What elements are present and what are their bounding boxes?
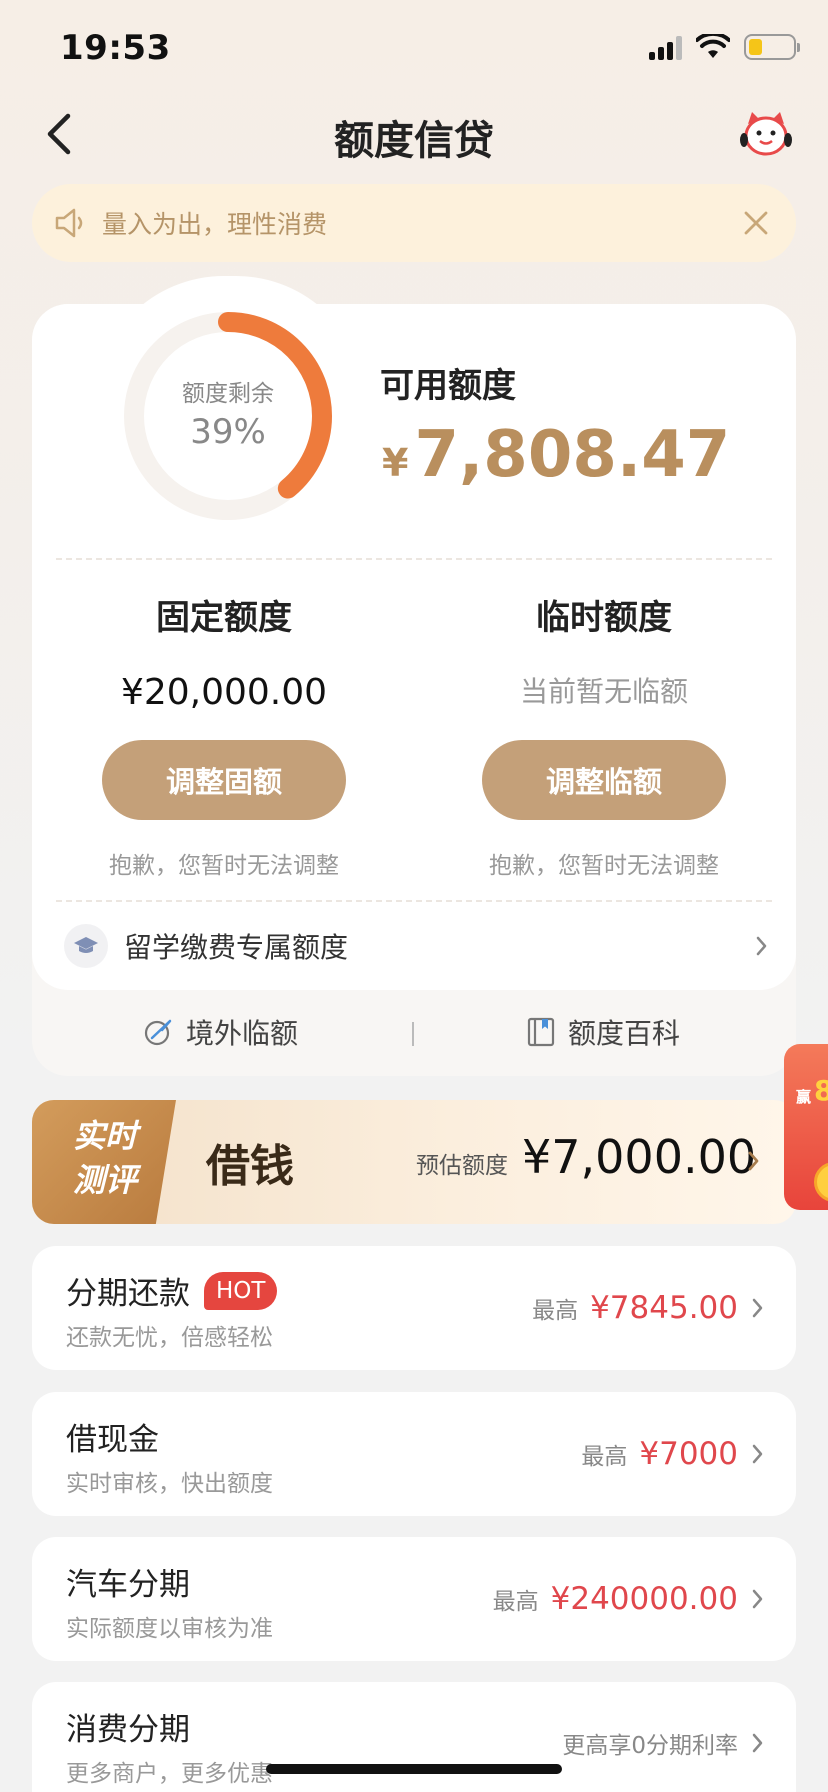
limit-wiki-link[interactable]: 额度百科: [526, 1012, 680, 1052]
chevron-right-icon: [752, 1298, 763, 1318]
max-value: ¥240000.00: [550, 1581, 738, 1617]
available-amount: ¥7,808.47: [382, 418, 731, 492]
divider: [56, 558, 772, 560]
product-title: 借现金: [66, 1422, 159, 1458]
page-title: 额度信贷: [334, 118, 494, 164]
available-label: 可用额度: [380, 366, 516, 406]
chevron-right-icon: [748, 1151, 759, 1171]
estimate-value: ¥7,000.00: [522, 1130, 757, 1184]
study-abroad-label: 留学缴费专属额度: [124, 931, 349, 964]
book-icon: [527, 1017, 555, 1047]
product-subtitle: 还款无忧，倍感轻松: [66, 1325, 273, 1351]
status-icons: [649, 34, 800, 60]
graduation-cap-icon: [64, 924, 108, 968]
plane-globe-icon: [144, 1019, 172, 1046]
product-installment-repay[interactable]: 分期还款 HOT 还款无忧，倍感轻松 最高 ¥7845.00: [32, 1246, 796, 1370]
wifi-icon: [696, 34, 730, 58]
promo-rate-text: 更高享0分期利率: [562, 1733, 738, 1759]
max-value: ¥7000: [639, 1436, 738, 1472]
speaker-icon: [55, 208, 83, 238]
fixed-limit-title: 固定额度: [156, 598, 292, 638]
product-title: 汽车分期: [66, 1567, 190, 1603]
battery-icon: [744, 34, 800, 60]
product-subtitle: 实时审核，快出额度: [66, 1471, 273, 1497]
limit-wiki-label: 额度百科: [568, 1017, 681, 1050]
signal-icon: [649, 34, 682, 60]
separator: [412, 1022, 414, 1046]
loan-title: 借钱: [206, 1141, 294, 1192]
fixed-limit-value: ¥20,000.00: [120, 672, 328, 713]
promo-number: 8: [814, 1074, 828, 1107]
coin-icon: [814, 1162, 828, 1202]
product-title: 消费分期: [66, 1712, 190, 1748]
overseas-temp-link[interactable]: 境外临额: [142, 1012, 298, 1052]
product-subtitle: 实际额度以审核为准: [66, 1616, 273, 1642]
max-value: ¥7845.00: [590, 1290, 738, 1326]
product-car-installment[interactable]: 汽车分期 实际额度以审核为准 最高 ¥240000.00: [32, 1537, 796, 1661]
loan-banner[interactable]: 实时 测评 借钱 预估额度 ¥7,000.00: [32, 1100, 796, 1224]
chevron-right-icon: [752, 1444, 763, 1464]
status-time: 19:53: [60, 28, 171, 68]
promo-text: 赢: [796, 1088, 812, 1106]
chevron-right-icon: [752, 1733, 763, 1753]
hot-badge: HOT: [204, 1271, 278, 1310]
tag-line-2: 测评: [72, 1161, 137, 1199]
notice-bar: 量入为出，理性消费: [32, 184, 796, 262]
product-title: 分期还款: [66, 1276, 190, 1312]
temp-limit-value: 当前暂无临额: [519, 675, 688, 708]
home-indicator[interactable]: [266, 1764, 562, 1774]
max-label: 最高: [581, 1444, 628, 1470]
product-cash-loan[interactable]: 借现金 实时审核，快出额度 最高 ¥7000: [32, 1392, 796, 1516]
overseas-temp-label: 境外临额: [186, 1017, 299, 1050]
promo-float-badge[interactable]: 赢 8: [784, 1044, 828, 1210]
fixed-adjust-note: 抱歉，您暂时无法调整: [109, 853, 339, 879]
max-label: 最高: [492, 1589, 539, 1615]
notice-text: 量入为出，理性消费: [102, 210, 328, 239]
divider: [56, 900, 772, 902]
tag-line-1: 实时: [72, 1117, 137, 1155]
product-subtitle: 更多商户，更多优惠: [66, 1761, 273, 1787]
study-abroad-row[interactable]: 留学缴费专属额度: [64, 920, 770, 972]
adjust-fixed-button[interactable]: 调整固额: [102, 740, 346, 820]
mascot-icon[interactable]: [738, 108, 794, 160]
temp-adjust-note: 抱歉，您暂时无法调整: [489, 853, 719, 879]
estimate-label: 预估额度: [416, 1153, 508, 1179]
temp-limit-title: 临时额度: [536, 598, 672, 638]
product-consumer-installment[interactable]: 消费分期 更多商户，更多优惠 更高享0分期利率: [32, 1682, 796, 1792]
chevron-right-icon: [752, 1589, 763, 1609]
remaining-label: 额度剩余: [182, 381, 274, 407]
remaining-percent: 39%: [190, 412, 266, 452]
max-label: 最高: [532, 1298, 579, 1324]
chevron-right-icon: [756, 936, 767, 956]
close-icon[interactable]: [740, 207, 772, 239]
adjust-temp-button[interactable]: 调整临额: [482, 740, 726, 820]
